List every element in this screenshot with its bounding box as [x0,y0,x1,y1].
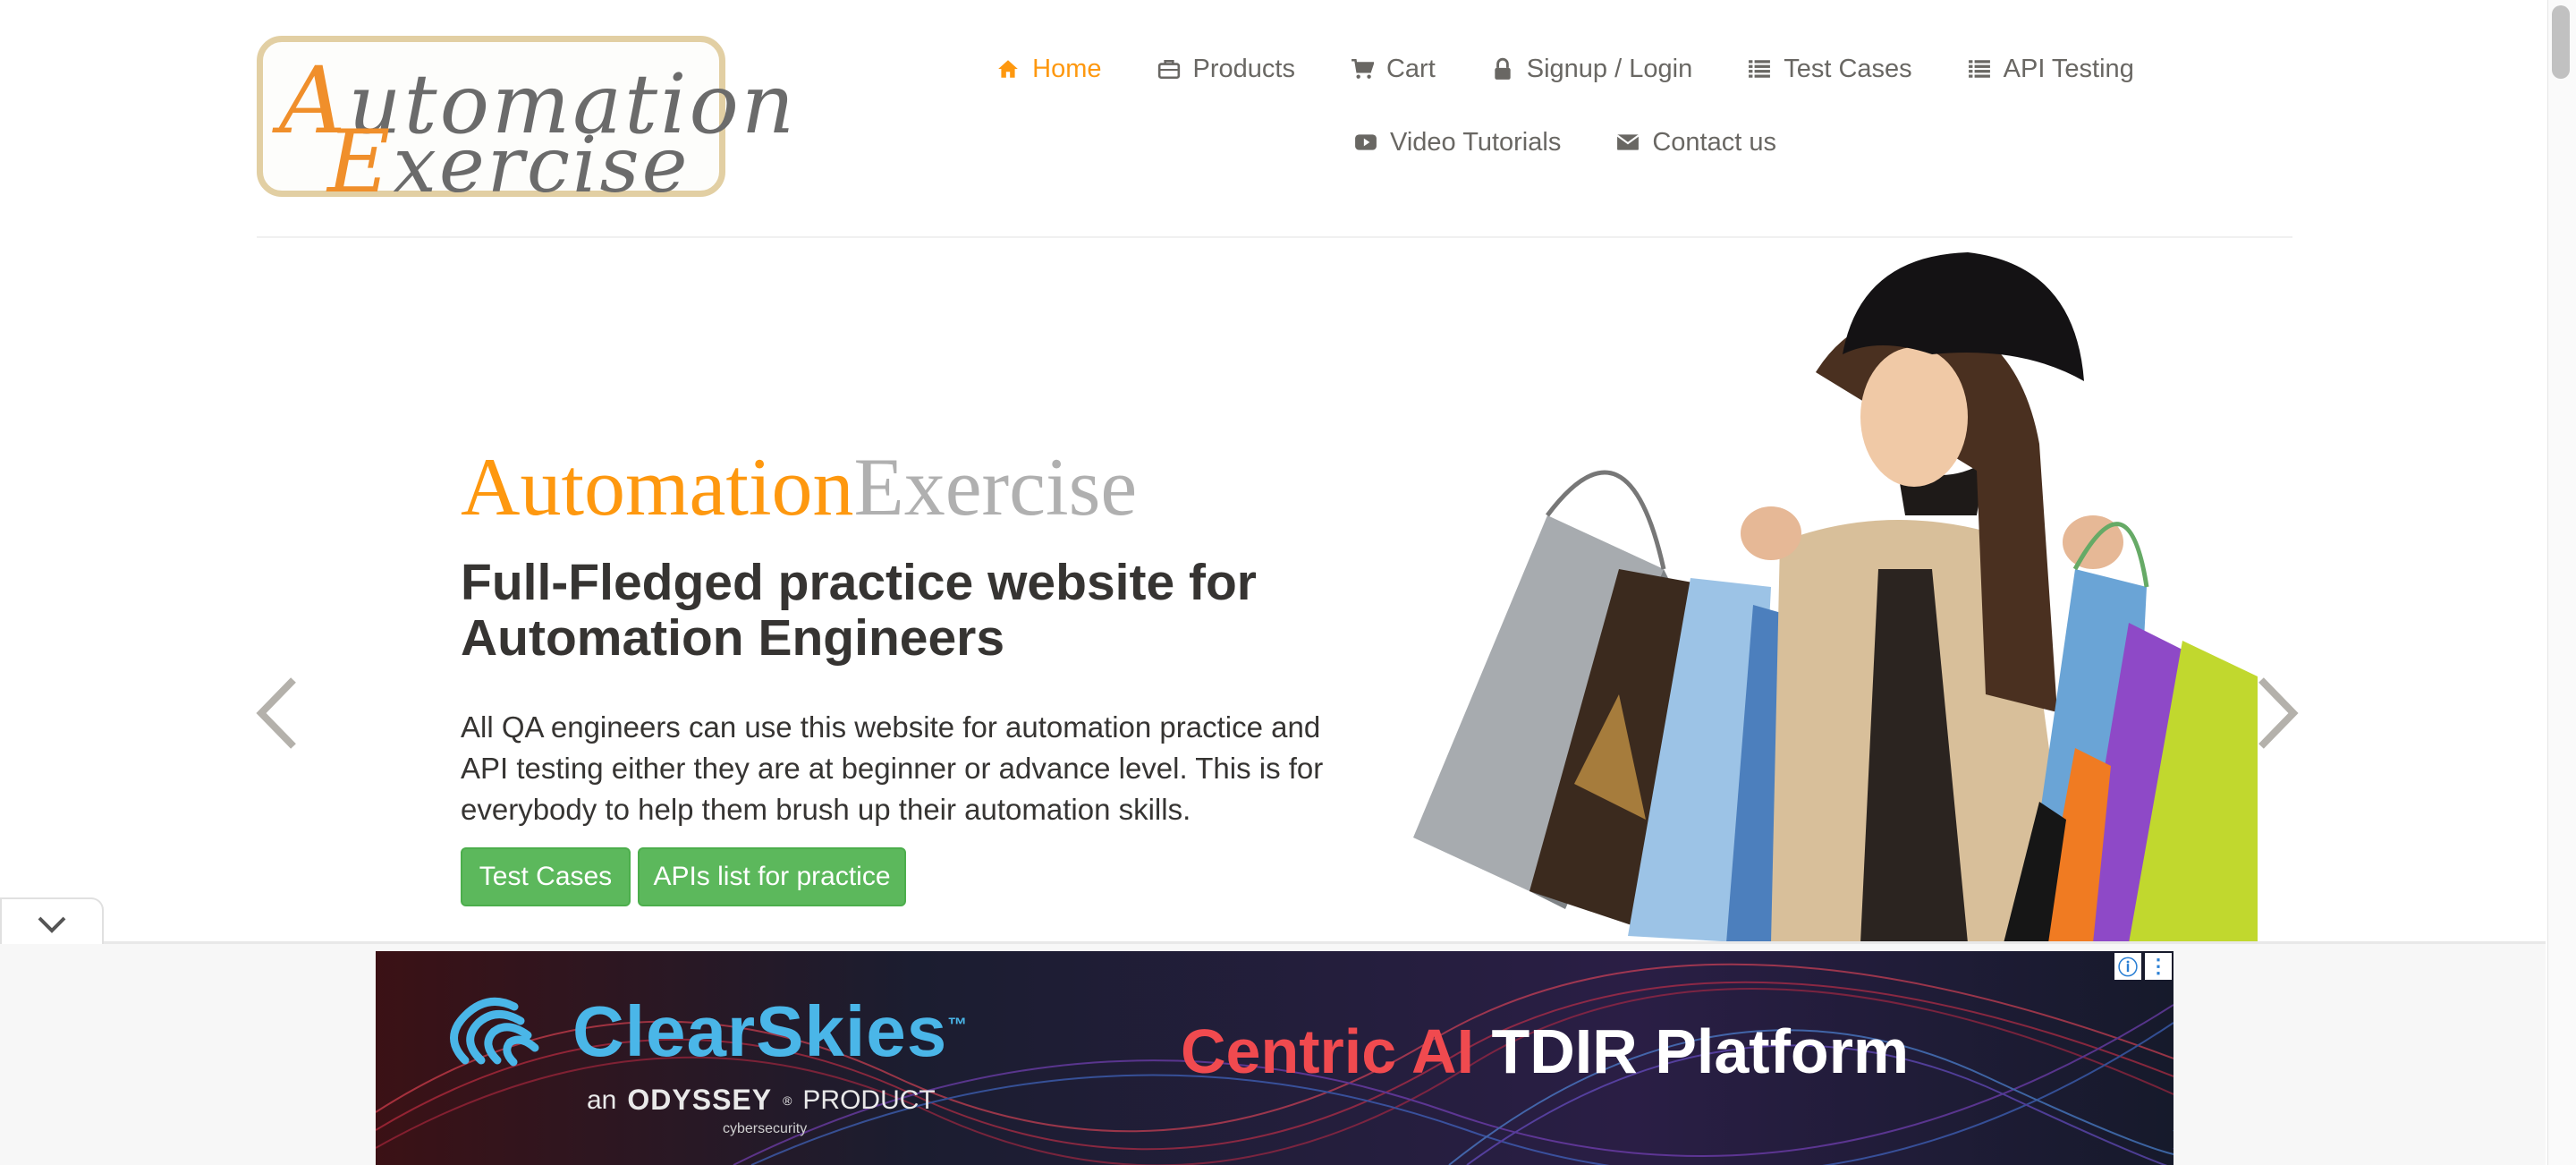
chevron-down-icon [38,916,66,933]
nav-home-label: Home [1032,54,1102,83]
ad-tagline: Centric AI TDIR Platform [1181,1016,1910,1086]
chevron-left-icon [256,677,296,749]
nav-api-testing[interactable]: API Testing [1968,52,2134,86]
hero-brand-title: AutomationExercise [461,446,1137,528]
home-icon [998,60,1018,78]
main-nav: Home Products Cart Signup / Login Test C… [975,52,2156,159]
nav-products-label: Products [1192,54,1295,83]
logo-line-2: Exercise [327,112,691,212]
briefcase-icon [1157,60,1180,80]
cart-icon [1352,58,1374,79]
woman-with-shopping-bags-image [1413,252,2258,943]
ad-brand-name: ClearSkies™ [572,991,969,1071]
slider-prev-arrow[interactable] [250,673,304,753]
nav-test-cases[interactable]: Test Cases [1748,52,1912,86]
hero-brand-part1: Automation [461,441,854,532]
envelope-icon [1616,134,1640,150]
nav-video-tutorials-label: Video Tutorials [1390,127,1562,157]
nav-cart-label: Cart [1385,54,1436,83]
nav-test-cases-label: Test Cases [1784,54,1912,83]
slider-next-arrow[interactable] [2250,673,2304,753]
test-cases-button[interactable]: Test Cases [461,847,631,906]
info-icon[interactable]: ⓘ [2114,953,2141,980]
chevron-right-icon [2258,677,2299,749]
ad-collapse-toggle[interactable] [0,897,104,944]
hero-heading: Full-Fledged practice website for Automa… [461,554,1257,667]
youtube-icon [1355,134,1377,150]
list-icon [1968,60,1990,78]
nav-cart[interactable]: Cart [1351,52,1436,86]
ad-tray-border [0,941,2546,944]
nav-signup-login-label: Signup / Login [1526,54,1693,83]
hero-image [1395,247,2258,943]
ad-banner[interactable]: ClearSkies™ an ODYSSEY ® PRODUCT cybersec… [376,951,2174,1165]
ad-controls: ⓘ ⋮ [2114,953,2172,980]
nav-products[interactable]: Products [1157,52,1295,86]
kebab-menu-icon[interactable]: ⋮ [2145,953,2172,980]
nav-signup-login[interactable]: Signup / Login [1491,52,1692,86]
apis-list-button[interactable]: APIs list for practice [638,847,906,906]
nav-api-testing-label: API Testing [2003,54,2134,83]
scrollbar-thumb[interactable] [2552,5,2570,79]
clearskies-logo-icon [450,997,539,1067]
site-logo[interactable]: Automation Exercise [257,36,794,212]
nav-contact-us-label: Contact us [1652,127,1776,157]
hero-description: All QA engineers can use this website fo… [461,710,1324,826]
ad-subbrand: an ODYSSEY ® PRODUCT cybersecurity [587,1084,936,1136]
nav-contact-us[interactable]: Contact us [1616,125,1776,159]
header-divider [257,236,2292,238]
nav-home[interactable]: Home [996,52,1102,86]
page-scrollbar[interactable] [2547,0,2576,1165]
lock-icon [1495,57,1511,80]
list-icon [1749,60,1771,78]
hero-brand-part2: Exercise [853,441,1138,532]
nav-video-tutorials[interactable]: Video Tutorials [1354,125,1561,159]
